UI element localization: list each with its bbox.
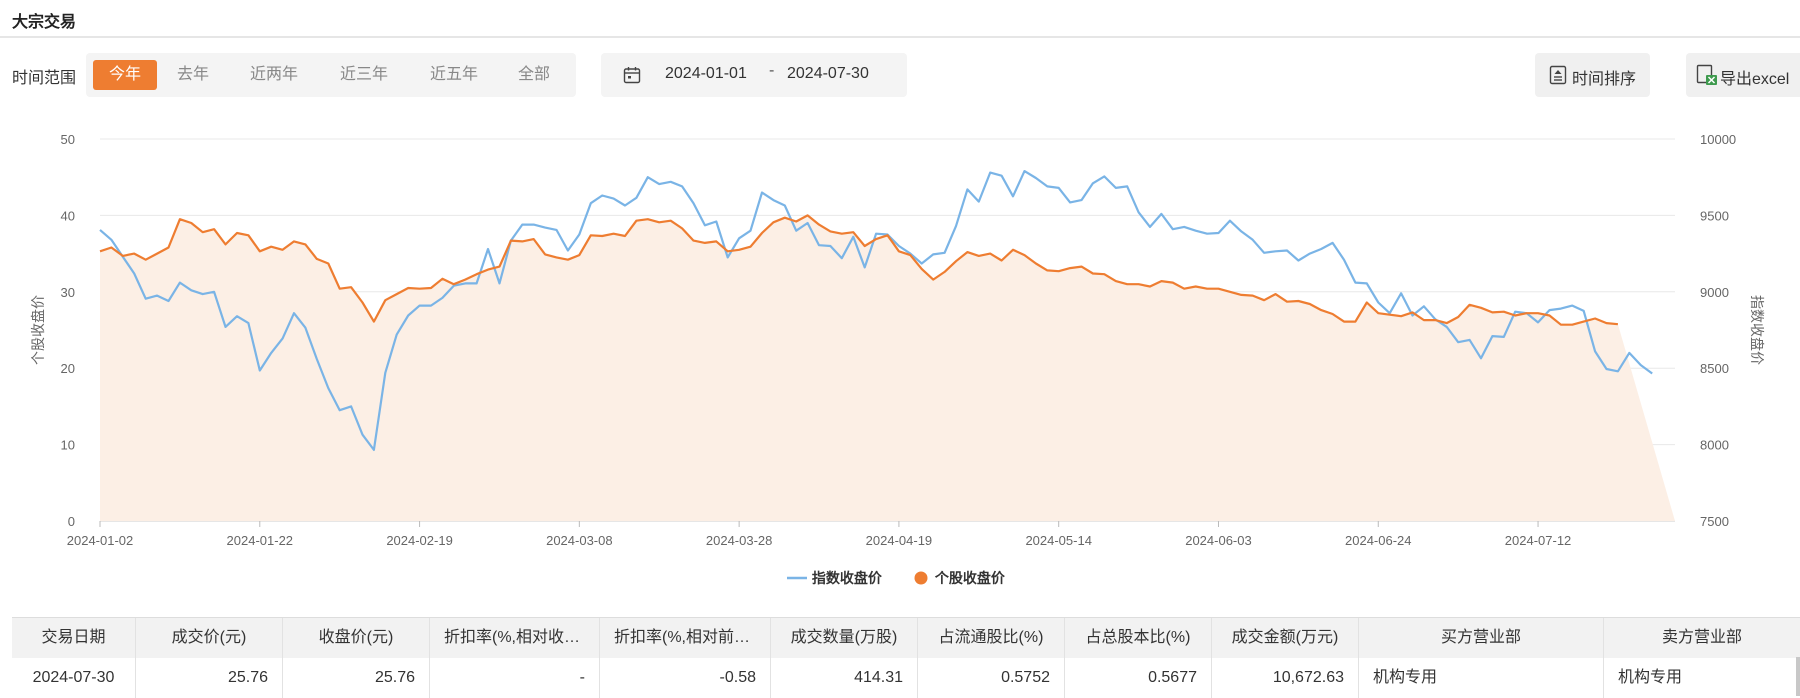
- column-header[interactable]: 折扣率(%,相对收盘价): [430, 618, 600, 658]
- y-tick-left: 20: [61, 361, 75, 376]
- sort-doc-icon: [1549, 65, 1567, 85]
- column-header[interactable]: 成交价(元): [136, 618, 283, 658]
- legend-index-close[interactable]: 指数收盘价: [786, 568, 882, 588]
- legend-index-label: 指数收盘价: [811, 570, 882, 586]
- legend-line-icon: [787, 576, 807, 580]
- x-tick-label: 2024-07-12: [1505, 533, 1572, 548]
- x-tick-label: 2024-02-19: [386, 533, 453, 548]
- column-header[interactable]: 折扣率(%,相对前收盘价): [600, 618, 771, 658]
- column-header[interactable]: 成交数量(万股): [771, 618, 918, 658]
- time-sort-label: 时间排序: [1572, 71, 1637, 88]
- time-range-tabs: 今年 去年 近两年 近三年 近五年 全部: [86, 53, 576, 97]
- y-tick-right: 8500: [1700, 361, 1729, 376]
- cell-trade-price: 25.76: [136, 658, 283, 698]
- y-tick-left: 40: [61, 208, 75, 223]
- chart-legend: 指数收盘价 个股收盘价: [0, 568, 1800, 588]
- x-tick-label: 2024-06-03: [1185, 533, 1252, 548]
- x-tick-label: 2024-05-14: [1025, 533, 1092, 548]
- chart-svg: 0 7500 10 8000 20 8500 30 9000 40 9500 50 10000 个股收盘…: [30, 132, 1765, 548]
- tab-five-years[interactable]: 近五年: [414, 60, 494, 90]
- start-date-input[interactable]: 2024-01-01: [665, 65, 747, 83]
- y-tick-right: 7500: [1700, 514, 1729, 529]
- cell-discount-close: -: [430, 658, 600, 698]
- cell-volume: 414.31: [771, 658, 918, 698]
- y-tick-left: 30: [61, 285, 75, 300]
- date-separator: -: [769, 62, 775, 79]
- y-tick-right: 8000: [1700, 438, 1729, 453]
- title-divider: [0, 36, 1800, 38]
- table-row[interactable]: 2024-07-30 25.76 25.76 - -0.58 414.31 0.…: [12, 658, 1800, 698]
- legend-stock-close[interactable]: 个股收盘价: [913, 568, 1005, 588]
- export-excel-button[interactable]: 导出excel: [1686, 53, 1800, 97]
- x-tick-label: 2024-04-19: [866, 533, 933, 548]
- column-header[interactable]: 收盘价(元): [283, 618, 430, 658]
- y-tick-left: 0: [68, 514, 75, 529]
- legend-stock-label: 个股收盘价: [934, 570, 1005, 586]
- y-axis-title-right: 指数收盘价: [1748, 295, 1765, 365]
- x-tick-label: 2024-01-22: [227, 533, 294, 548]
- legend-dot-icon: [914, 571, 928, 585]
- cell-amount: 10,672.63: [1212, 658, 1359, 698]
- x-tick-label: 2024-03-28: [706, 533, 773, 548]
- time-range-label: 时间范围: [12, 70, 77, 87]
- cell-buyer: 机构专用: [1359, 658, 1604, 698]
- y-tick-right: 10000: [1700, 132, 1736, 147]
- price-chart: 0 7500 10 8000 20 8500 30 9000 40 9500 50 10000 个股收盘…: [0, 110, 1800, 590]
- column-header[interactable]: 占流通股比(%): [918, 618, 1065, 658]
- block-trade-table: 交易日期 成交价(元) 收盘价(元) 折扣率(%,相对收盘价) 折扣率(%,相对…: [12, 617, 1800, 698]
- tab-two-years[interactable]: 近两年: [234, 60, 314, 90]
- tab-all[interactable]: 全部: [502, 60, 566, 90]
- column-header[interactable]: 卖方营业部: [1604, 618, 1800, 658]
- x-tick-label: 2024-03-08: [546, 533, 613, 548]
- calendar-icon: [623, 67, 641, 84]
- table-header-row: 交易日期 成交价(元) 收盘价(元) 折扣率(%,相对收盘价) 折扣率(%,相对…: [12, 618, 1800, 658]
- y-axis-title-left: 个股收盘价: [30, 295, 47, 365]
- y-tick-right: 9000: [1700, 285, 1729, 300]
- page-title: 大宗交易: [12, 14, 77, 31]
- y-tick-left: 50: [61, 132, 75, 147]
- excel-icon: [1696, 64, 1717, 85]
- cell-total-ratio: 0.5677: [1065, 658, 1212, 698]
- table-scrollbar[interactable]: [1796, 657, 1800, 696]
- cell-discount-prev-close: -0.58: [600, 658, 771, 698]
- cell-float-ratio: 0.5752: [918, 658, 1065, 698]
- y-tick-left: 10: [61, 438, 75, 453]
- stock-area-fill: [100, 215, 1675, 521]
- cell-close-price: 25.76: [283, 658, 430, 698]
- y-tick-right: 9500: [1700, 208, 1729, 223]
- end-date-input[interactable]: 2024-07-30: [787, 65, 869, 83]
- time-sort-button[interactable]: 时间排序: [1535, 53, 1650, 97]
- date-range-picker[interactable]: 2024-01-01 - 2024-07-30: [601, 53, 907, 97]
- tab-this-year[interactable]: 今年: [93, 60, 157, 90]
- cell-trade-date: 2024-07-30: [12, 658, 136, 698]
- export-excel-label: 导出excel: [1720, 71, 1790, 88]
- x-tick-label: 2024-01-02: [67, 533, 134, 548]
- column-header[interactable]: 成交金额(万元): [1212, 618, 1359, 658]
- tab-last-year[interactable]: 去年: [161, 60, 225, 90]
- column-header[interactable]: 交易日期: [12, 618, 136, 658]
- column-header[interactable]: 买方营业部: [1359, 618, 1604, 658]
- x-tick-label: 2024-06-24: [1345, 533, 1412, 548]
- tab-three-years[interactable]: 近三年: [324, 60, 404, 90]
- column-header[interactable]: 占总股本比(%): [1065, 618, 1212, 658]
- cell-seller: 机构专用: [1618, 669, 1683, 686]
